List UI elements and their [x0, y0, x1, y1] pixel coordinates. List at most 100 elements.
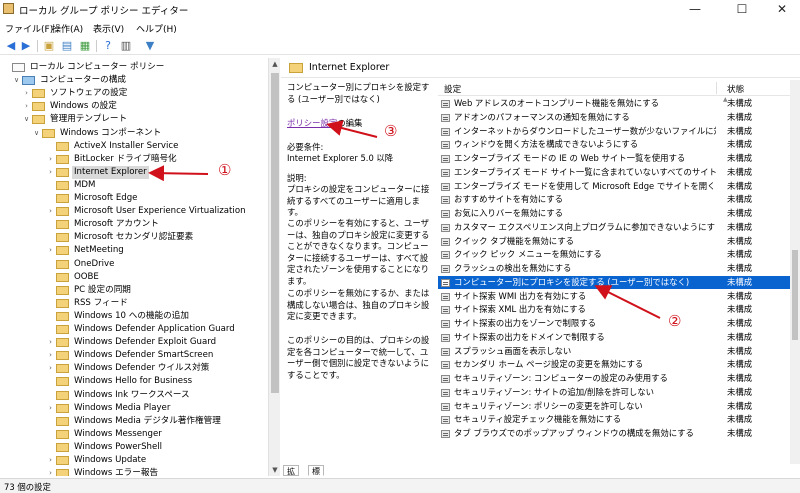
table-row[interactable]: おすすめサイトを有効にする 未構成	[438, 193, 790, 206]
tree-item[interactable]: › Windows エラー報告	[46, 467, 160, 476]
table-row[interactable]: インターネットからダウンロードしたユーザー数が少ないファイルに対する… 未構成	[438, 125, 790, 138]
menu-help[interactable]: ヘルプ(H)	[136, 22, 177, 35]
table-row[interactable]: サイト探索の出力をゾーンで制限する 未構成	[438, 317, 790, 330]
tree-item[interactable]: MDM	[46, 179, 97, 192]
table-row[interactable]: アドオンのパフォーマンスの通知を無効にする 未構成	[438, 111, 790, 124]
tree-item[interactable]: Windows Messenger	[46, 428, 164, 441]
tree-item[interactable]: Windows Hello for Business	[46, 375, 194, 388]
table-row[interactable]: セキュリティ設定チェック機能を無効にする 未構成	[438, 413, 790, 426]
table-row[interactable]: エンタープライズ モードの IE の Web サイト一覧を使用する 未構成	[438, 152, 790, 165]
tree-item[interactable]: › BitLocker ドライブ暗号化	[46, 153, 179, 166]
tree-item[interactable]: Windows Media デジタル著作権管理	[46, 415, 223, 428]
list-scrollbar[interactable]	[790, 80, 800, 464]
expand-chevron-icon[interactable]: ›	[46, 153, 55, 166]
tree-scroll-thumb[interactable]	[271, 73, 279, 393]
tree-item[interactable]: › NetMeeting	[46, 244, 126, 257]
tree-item[interactable]: › Windows Defender ウイルス対策	[46, 362, 211, 375]
export-list-icon[interactable]: ▦	[78, 39, 92, 53]
tree-item[interactable]: OneDrive	[46, 258, 116, 271]
up-folder-icon[interactable]: ▣	[42, 39, 56, 53]
tree-item[interactable]: › ソフトウェアの設定	[22, 87, 129, 100]
tree-item[interactable]: ActiveX Installer Service	[46, 140, 180, 153]
column-divider[interactable]	[716, 82, 717, 94]
table-row[interactable]: カスタマー エクスペリエンス向上プログラムに参加できないようにする 未構成	[438, 221, 790, 234]
tree-item[interactable]: Windows Defender Application Guard	[46, 323, 237, 336]
menu-file[interactable]: ファイル(F)	[5, 22, 53, 35]
tree-item[interactable]: › Windows の設定	[22, 100, 119, 113]
close-button[interactable]: ✕	[762, 0, 800, 18]
tree-item[interactable]: ∨ Windows コンポーネント	[32, 127, 163, 140]
table-row[interactable]: コンピューター別にプロキシを設定する (ユーザー別ではなく) 未構成	[438, 275, 790, 289]
expand-chevron-icon[interactable]: ›	[46, 402, 55, 415]
tree-item[interactable]: › Windows Defender SmartScreen	[46, 349, 215, 362]
table-row[interactable]: お気に入りバーを無効にする 未構成	[438, 207, 790, 220]
expand-chevron-icon[interactable]: ›	[46, 349, 55, 362]
table-row[interactable]: ウィンドウを開く方法を構成できないようにする 未構成	[438, 138, 790, 151]
show-hide-tree-icon[interactable]: ▤	[60, 39, 74, 53]
table-row[interactable]: セキュリティゾーン: ポリシーの変更を許可しない 未構成	[438, 400, 790, 413]
tree-item[interactable]: Windows PowerShell	[46, 441, 164, 454]
expand-chevron-icon[interactable]: ›	[46, 244, 55, 257]
tab-standard[interactable]: 標準	[308, 465, 324, 487]
table-row[interactable]: タブ ブラウズでのポップアップ ウィンドウの構成を無効にする 未構成	[438, 427, 790, 440]
table-row[interactable]: セカンダリ ホーム ページ設定の変更を無効にする 未構成	[438, 358, 790, 371]
table-row[interactable]: サイト探索 WMI 出力を有効にする 未構成	[438, 290, 790, 303]
help-icon[interactable]: ?	[101, 39, 115, 53]
tree-item[interactable]: Windows Ink ワークスペース	[46, 389, 192, 402]
tree-item[interactable]: Microsoft アカウント	[46, 218, 161, 231]
tree-item[interactable]: Microsoft セカンダリ認証要素	[46, 231, 195, 244]
minimize-button[interactable]: —	[675, 0, 715, 18]
expand-chevron-icon[interactable]: ›	[22, 87, 31, 100]
table-row[interactable]: セキュリティゾーン: コンピューターの設定のみ使用する 未構成	[438, 372, 790, 385]
tree-item[interactable]: RSS フィード	[46, 297, 130, 310]
back-icon[interactable]: ◀	[4, 39, 18, 53]
table-row[interactable]: セキュリティゾーン: サイトの追加/削除を許可しない 未構成	[438, 386, 790, 399]
filter-icon[interactable]: ▼	[143, 39, 157, 53]
table-row[interactable]: スプラッシュ画面を表示しない 未構成	[438, 345, 790, 358]
properties-icon[interactable]: ▥	[119, 39, 133, 53]
collapse-chevron-icon[interactable]: ∨	[22, 113, 31, 126]
collapse-chevron-icon[interactable]: ∨	[12, 74, 21, 87]
tree-item[interactable]: ∨ 管理用テンプレート	[22, 113, 129, 126]
tree-item[interactable]: Windows 10 への機能の追加	[46, 310, 191, 323]
table-row[interactable]: サイト探索の出力をドメインで制限する 未構成	[438, 331, 790, 344]
tree-item[interactable]: ∨ コンピューターの構成	[12, 74, 128, 87]
column-setting[interactable]: 設定	[444, 83, 461, 95]
table-row[interactable]: サイト探索 XML 出力を有効にする 未構成	[438, 303, 790, 316]
expand-chevron-icon[interactable]: ›	[46, 205, 55, 218]
table-row[interactable]: エンタープライズ モードを使用して Microsoft Edge でサイトを開く…	[438, 180, 790, 193]
tree-item[interactable]: PC 設定の同期	[46, 284, 133, 297]
menu-action[interactable]: 操作(A)	[52, 22, 83, 35]
expand-chevron-icon[interactable]: ›	[22, 100, 31, 113]
table-row[interactable]: Web アドレスのオートコンプリート機能を無効にする 未構成	[438, 97, 790, 110]
column-state[interactable]: 状態	[727, 83, 744, 95]
table-row[interactable]: クイック タブ機能を無効にする 未構成	[438, 235, 790, 248]
tree-item[interactable]: ローカル コンピューター ポリシー	[2, 61, 166, 74]
expand-chevron-icon[interactable]: ›	[46, 454, 55, 467]
tree-item[interactable]: › Windows Update	[46, 454, 148, 467]
list-scroll-thumb[interactable]	[792, 250, 798, 340]
forward-icon[interactable]: ▶	[19, 39, 33, 53]
maximize-button[interactable]: ☐	[722, 0, 762, 18]
folder-icon	[56, 259, 69, 269]
collapse-chevron-icon[interactable]: ∨	[32, 127, 41, 140]
scroll-down-icon[interactable]: ▼	[269, 464, 281, 476]
expand-chevron-icon[interactable]: ›	[46, 166, 55, 179]
table-row[interactable]: クラッシュの検出を無効にする 未構成	[438, 262, 790, 275]
tree-item[interactable]: › Internet Explorer	[46, 165, 149, 179]
expand-chevron-icon[interactable]: ›	[46, 362, 55, 375]
scroll-up-icon[interactable]: ▲	[269, 58, 281, 70]
edit-policy-link[interactable]: ポリシー設定	[287, 118, 337, 128]
table-row[interactable]: エンタープライズ モード サイト一覧に含まれていないすべてのサイトを… 未構成	[438, 166, 790, 179]
tab-extended[interactable]: 拡張	[283, 465, 299, 487]
tree-item[interactable]: › Windows Defender Exploit Guard	[46, 336, 218, 349]
tree-scrollbar[interactable]: ▲ ▼	[268, 58, 280, 476]
expand-chevron-icon[interactable]: ›	[46, 467, 55, 476]
menu-view[interactable]: 表示(V)	[93, 22, 124, 35]
table-row[interactable]: クイック ピック メニューを無効にする 未構成	[438, 248, 790, 261]
tree-item[interactable]: › Microsoft User Experience Virtualizatio…	[46, 205, 248, 218]
expand-chevron-icon[interactable]: ›	[46, 336, 55, 349]
tree-item[interactable]: OOBE	[46, 271, 101, 284]
tree-item[interactable]: Microsoft Edge	[46, 192, 139, 205]
tree-item[interactable]: › Windows Media Player	[46, 402, 172, 415]
